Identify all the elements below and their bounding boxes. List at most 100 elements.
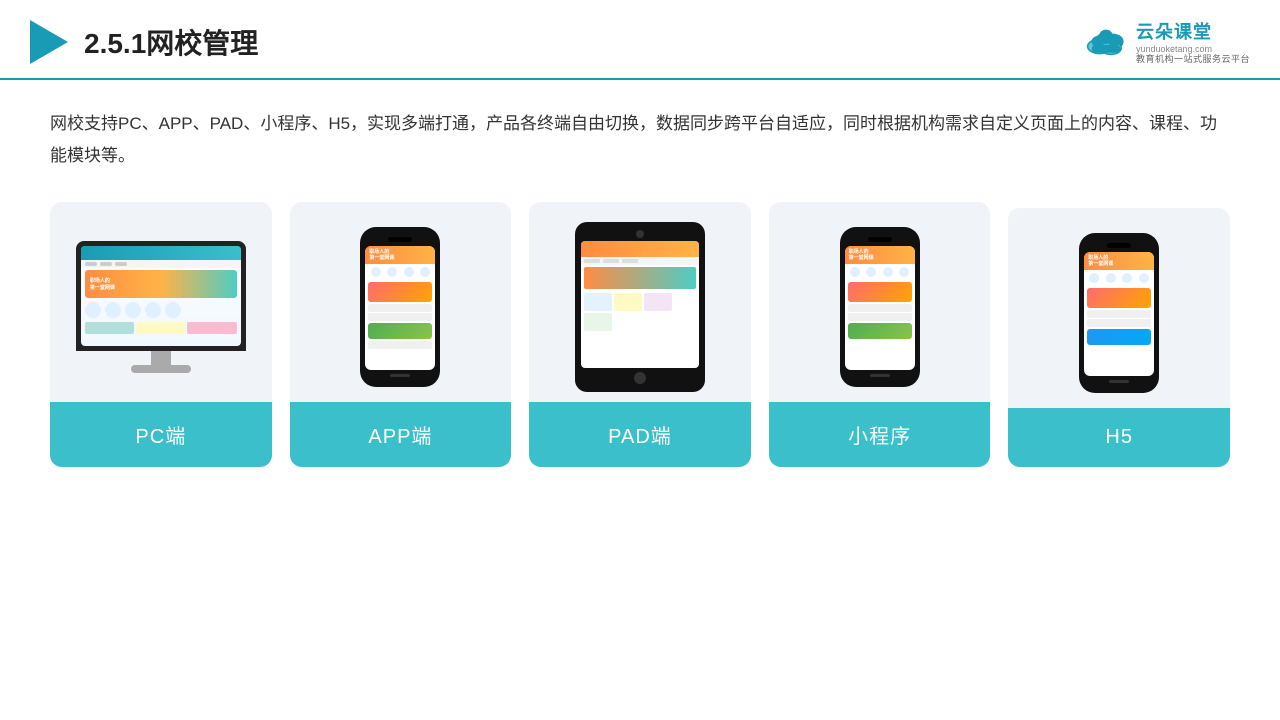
psc-icon xyxy=(1139,273,1149,283)
psc-list xyxy=(1087,319,1151,327)
card-pc: 职场人的第一堂网课 xyxy=(50,202,272,467)
card-h5-label: H5 xyxy=(1008,408,1230,467)
main-content: 网校支持PC、APP、PAD、小程序、H5，实现多端打通，产品各终端自由切换，数… xyxy=(0,80,1280,488)
screen-card xyxy=(85,322,134,334)
screen-nav xyxy=(81,260,241,268)
screen-card xyxy=(187,322,236,334)
psc-icons xyxy=(1084,270,1154,286)
card-h5-image: 职场人的第一堂网课 xyxy=(1008,208,1230,408)
psc-icon xyxy=(866,267,876,277)
card-pad-label: PAD端 xyxy=(529,402,751,467)
tablet-icon xyxy=(575,222,705,392)
cloud-icon xyxy=(1082,24,1130,60)
brand-url: yunduoketang.com xyxy=(1136,44,1212,54)
psc-icon xyxy=(1089,273,1099,283)
screen-icons-row xyxy=(81,300,241,320)
tsc-nav-item xyxy=(584,259,600,263)
tsc-grid-item xyxy=(614,293,642,311)
screen-header-bar xyxy=(81,246,241,260)
header-left: 2.5.1网校管理 xyxy=(30,20,258,64)
psc-icon xyxy=(899,267,909,277)
mini-phone-screen: 职场人的第一堂网课 xyxy=(1084,252,1154,376)
screen-icon xyxy=(165,302,181,318)
psc-header: 职场人的第一堂网课 xyxy=(365,246,435,264)
card-pad-image xyxy=(529,202,751,402)
psc-header: 职场人的第一堂网课 xyxy=(845,246,915,264)
screen-cards-row xyxy=(81,320,241,336)
tsc-grid xyxy=(581,291,699,333)
brand-tagline: 教育机构一站式服务云平台 xyxy=(1136,54,1250,66)
brand-name: 云朵课堂 xyxy=(1136,18,1212,44)
psc-icon xyxy=(404,267,414,277)
tsc-grid-item xyxy=(584,313,612,331)
nav-dot xyxy=(115,262,127,266)
psc-header-text: 职场人的第一堂网课 xyxy=(849,249,874,261)
psc-icon xyxy=(420,267,430,277)
monitor-stand-neck xyxy=(151,351,171,365)
monitor-frame: 职场人的第一堂网课 xyxy=(76,241,246,351)
pc-monitor-icon: 职场人的第一堂网课 xyxy=(76,241,246,373)
psc-card xyxy=(1087,288,1151,308)
psc-blue-card xyxy=(1087,329,1151,345)
psc-card xyxy=(848,282,912,302)
tablet-screen xyxy=(581,241,699,368)
tsc-nav-item xyxy=(603,259,619,263)
monitor-stand-base xyxy=(131,365,191,373)
description-text: 网校支持PC、APP、PAD、小程序、H5，实现多端打通，产品各终端自由切换，数… xyxy=(50,108,1230,173)
page-title: 2.5.1网校管理 xyxy=(84,22,258,62)
psc-icons xyxy=(365,264,435,280)
card-pc-image: 职场人的第一堂网课 xyxy=(50,202,272,402)
psc-header-text: 职场人的第一堂网课 xyxy=(369,249,394,261)
tsc-banner xyxy=(584,267,696,289)
header: 2.5.1网校管理 云朵课堂 yunduoketang.com xyxy=(0,0,1280,80)
mini-phone-notch xyxy=(1107,243,1131,248)
tablet-home-btn xyxy=(634,372,646,384)
psc-icon xyxy=(1106,273,1116,283)
miniprogram-phone-icon: 职场人的第一堂网课 xyxy=(840,227,920,387)
psc-icons xyxy=(845,264,915,280)
psc-icon xyxy=(387,267,397,277)
phone-home-indicator xyxy=(390,374,410,377)
monitor-screen: 职场人的第一堂网课 xyxy=(81,246,241,346)
mini-home-indicator xyxy=(870,374,890,377)
card-miniprogram-image: 职场人的第一堂网课 xyxy=(769,202,991,402)
card-app-image: 职场人的第一堂网课 xyxy=(290,202,512,402)
psc-icon xyxy=(371,267,381,277)
mini-home-indicator xyxy=(1109,380,1129,383)
screen-icon xyxy=(85,302,101,318)
tsc-header xyxy=(581,241,699,257)
tablet-camera xyxy=(636,230,644,238)
screen-banner: 职场人的第一堂网课 xyxy=(85,270,237,298)
psc-card xyxy=(368,282,432,302)
phone-screen: 职场人的第一堂网课 xyxy=(365,246,435,370)
screen-icon xyxy=(145,302,161,318)
card-app: 职场人的第一堂网课 xyxy=(290,202,512,467)
card-h5: 职场人的第一堂网课 xyxy=(1008,208,1230,467)
psc-header: 职场人的第一堂网课 xyxy=(1084,252,1154,270)
screen-icon xyxy=(105,302,121,318)
card-app-label: APP端 xyxy=(290,402,512,467)
h5-phone-icon: 职场人的第一堂网课 xyxy=(1079,233,1159,393)
psc-list xyxy=(368,341,432,349)
psc-list xyxy=(1087,310,1151,318)
psc-header-text: 职场人的第一堂网课 xyxy=(1088,255,1113,267)
header-right: 云朵课堂 yunduoketang.com 教育机构一站式服务云平台 xyxy=(1082,18,1250,66)
brand-logo: 云朵课堂 yunduoketang.com 教育机构一站式服务云平台 xyxy=(1082,18,1250,66)
screen-card xyxy=(136,322,185,334)
psc-list xyxy=(848,313,912,321)
psc-green xyxy=(368,323,432,339)
banner-text: 职场人的第一堂网课 xyxy=(90,277,115,291)
psc-list xyxy=(848,304,912,312)
app-phone-icon: 职场人的第一堂网课 xyxy=(360,227,440,387)
psc-icon xyxy=(1122,273,1132,283)
screen-icon xyxy=(125,302,141,318)
psc-green xyxy=(848,323,912,339)
psc-list xyxy=(368,304,432,312)
tsc-nav xyxy=(581,257,699,265)
mini-phone-notch xyxy=(868,237,892,242)
tsc-grid-item xyxy=(644,293,672,311)
psc-icon xyxy=(850,267,860,277)
tsc-nav-item xyxy=(622,259,638,263)
monitor-screen-content: 职场人的第一堂网课 xyxy=(81,246,241,346)
card-miniprogram: 职场人的第一堂网课 xyxy=(769,202,991,467)
